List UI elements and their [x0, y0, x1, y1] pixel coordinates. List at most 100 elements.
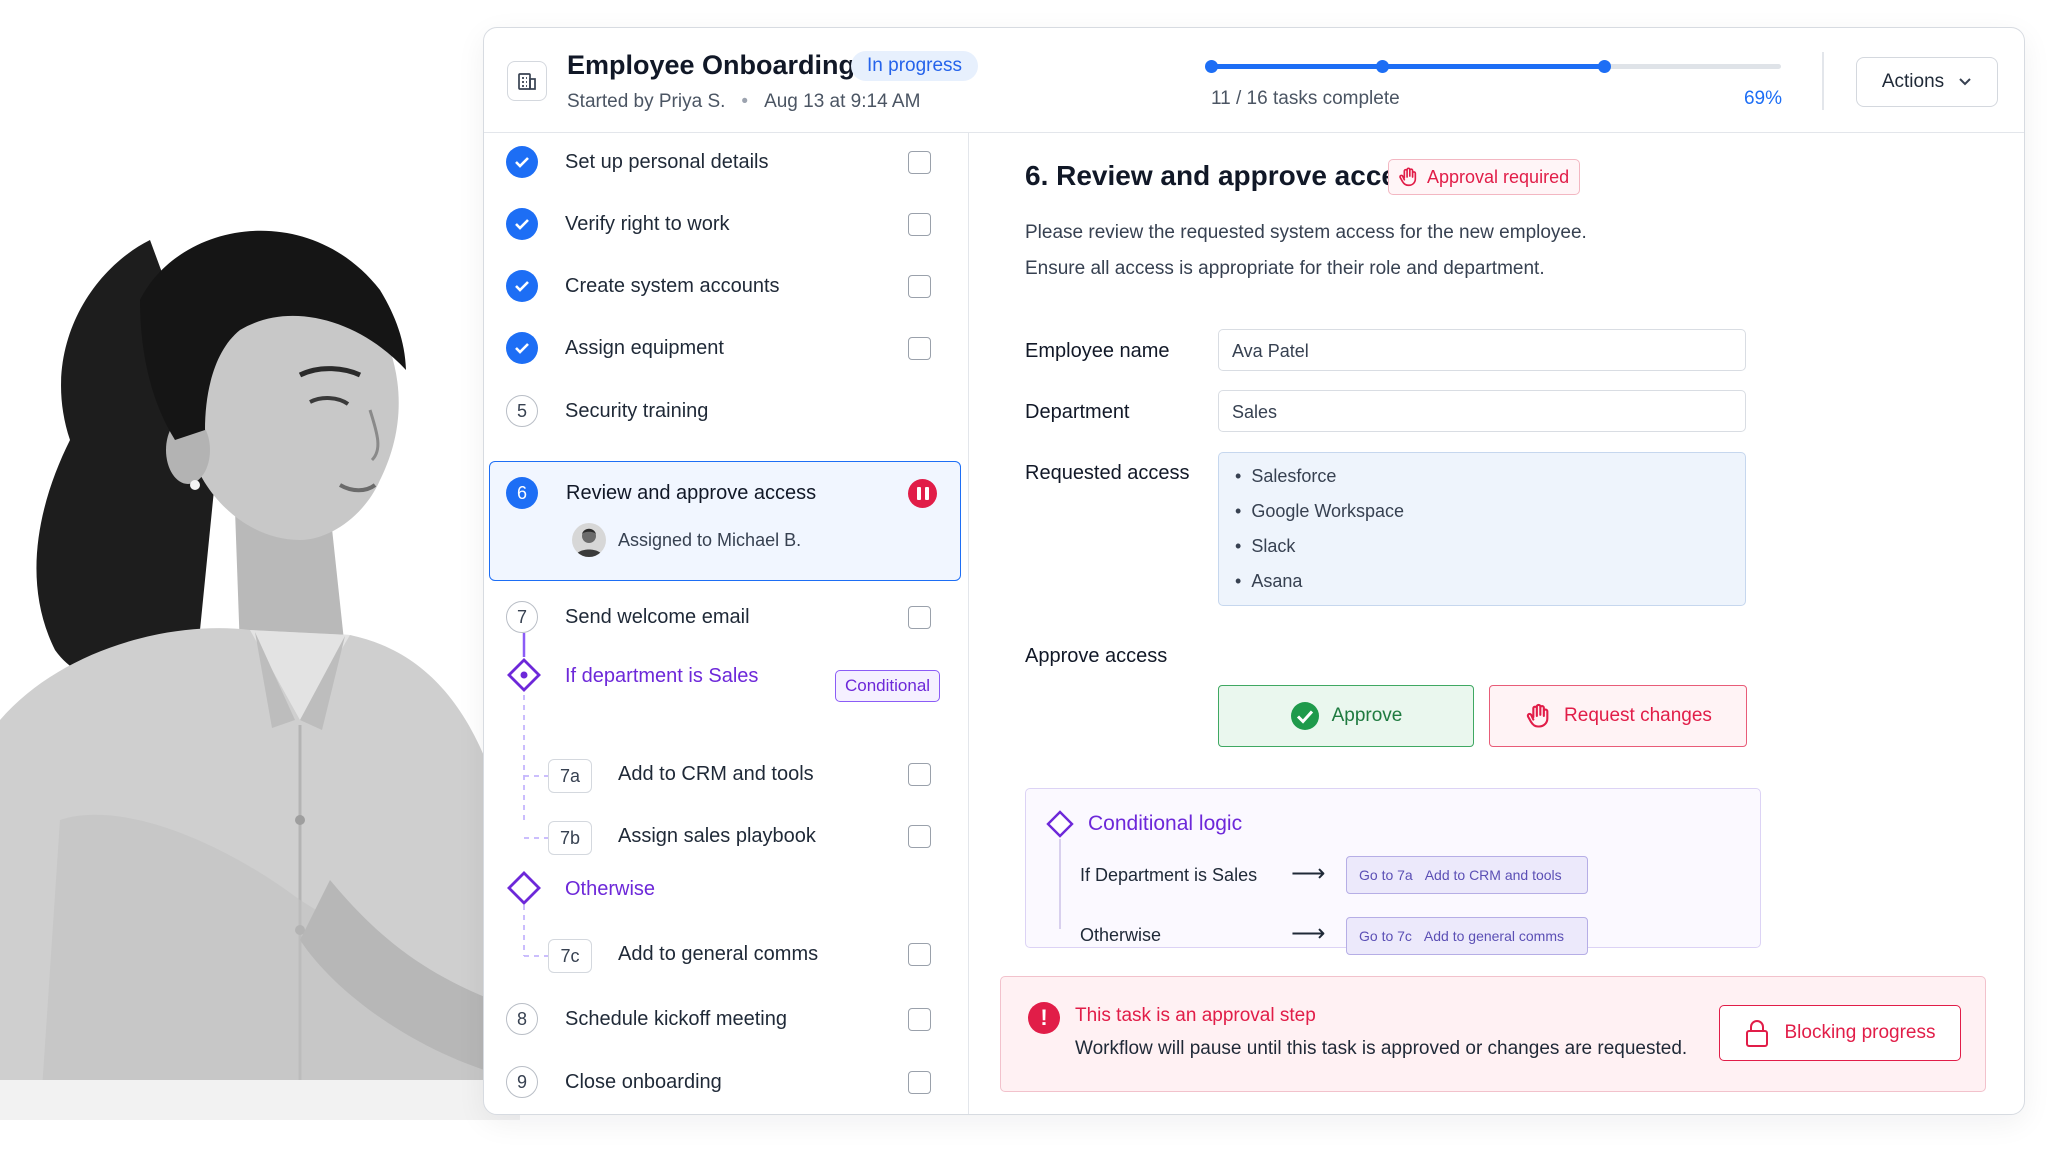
- task-row[interactable]: 7 Send welcome email: [484, 600, 968, 648]
- task-list: Set up personal details Verify right to …: [484, 133, 969, 1114]
- conditional-badge: Conditional: [835, 670, 941, 702]
- task-checkbox[interactable]: [908, 1071, 931, 1094]
- task-label: Verify right to work: [565, 213, 730, 235]
- approve-access-label: Approve access: [1025, 645, 1168, 667]
- conditional-logic-title: Conditional logic: [1088, 812, 1243, 835]
- blocking-progress-label: Blocking progress: [1784, 1022, 1936, 1043]
- logic-condition: Otherwise: [1080, 925, 1162, 945]
- alert-title: This task is an approval step: [1075, 1005, 1316, 1026]
- task-detail-title: 6. Review and approve access: [1025, 160, 1429, 191]
- check-circle-icon: [506, 208, 538, 240]
- task-number: 7: [506, 601, 538, 633]
- actions-button[interactable]: Actions: [1856, 57, 1998, 107]
- progress-node: [1376, 60, 1389, 73]
- progress-fill: [1211, 64, 1605, 69]
- logic-goto: Go to 7a: [1359, 867, 1413, 883]
- task-row[interactable]: Assign equipment: [484, 331, 968, 379]
- logic-connector: [1059, 839, 1061, 929]
- actions-label: Actions: [1881, 71, 1945, 92]
- diamond-icon: [507, 871, 541, 905]
- task-label: Security training: [565, 400, 709, 422]
- condition-if-label: If department is Sales: [565, 665, 759, 687]
- progress-text: 11 / 16 tasks complete: [1211, 88, 1400, 109]
- logic-target: Add to general comms: [1423, 928, 1564, 944]
- task-description-line: Please review the requested system acces…: [1025, 222, 1587, 243]
- task-checkbox[interactable]: [908, 943, 931, 966]
- approval-alert: ! This task is an approval step Workflow…: [1000, 976, 1986, 1092]
- task-checkbox[interactable]: [908, 606, 931, 629]
- subtask-tag: 7a: [548, 759, 592, 793]
- logic-goto: Go to 7c: [1359, 928, 1412, 944]
- task-label: Schedule kickoff meeting: [565, 1008, 787, 1030]
- logic-goto-chip[interactable]: Go to 7a Add to CRM and tools: [1346, 856, 1588, 894]
- task-checkbox[interactable]: [908, 151, 931, 174]
- task-row[interactable]: Set up personal details: [484, 145, 968, 193]
- requested-access-label: Requested access: [1025, 462, 1190, 484]
- task-checkbox[interactable]: [908, 763, 931, 786]
- lock-icon: [1746, 1020, 1769, 1047]
- subtask-row[interactable]: 7a Add to CRM and tools: [484, 756, 968, 804]
- subtask-row[interactable]: 7b Assign sales playbook: [484, 818, 968, 866]
- task-row[interactable]: 9 Close onboarding: [484, 1065, 968, 1113]
- meta-separator: •: [741, 91, 749, 112]
- active-task-card[interactable]: 6 Review and approve access Assigned to …: [489, 461, 961, 581]
- access-item: Google Workspace: [1235, 501, 1404, 522]
- task-label: Create system accounts: [565, 275, 780, 297]
- header-divider: [1822, 52, 1824, 110]
- logic-condition: If Department is Sales: [1080, 865, 1258, 885]
- page-title: Employee Onboarding: [567, 50, 856, 80]
- diamond-icon: [507, 658, 541, 692]
- access-item: Salesforce: [1235, 466, 1336, 487]
- task-number: 6: [506, 477, 538, 509]
- employee-name-field[interactable]: Ava Patel: [1218, 329, 1746, 371]
- blocking-progress-button[interactable]: Blocking progress: [1719, 1005, 1961, 1061]
- hand-icon: [1526, 703, 1549, 728]
- department-field[interactable]: Sales: [1218, 390, 1746, 432]
- approve-button[interactable]: Approve: [1218, 685, 1474, 747]
- subtask-tag: 7b: [548, 821, 592, 855]
- requested-access-list: Salesforce Google Workspace Slack Asana: [1218, 452, 1746, 606]
- approval-required-label: Approval required: [1427, 166, 1570, 187]
- task-label: Send welcome email: [565, 606, 750, 628]
- task-row[interactable]: 8 Schedule kickoff meeting: [484, 1002, 968, 1050]
- task-checkbox[interactable]: [908, 213, 931, 236]
- task-checkbox[interactable]: [908, 825, 931, 848]
- started-at: Aug 13 at 9:14 AM: [764, 91, 921, 112]
- started-by: Started by Priya S.: [567, 91, 726, 112]
- check-circle-icon: [506, 146, 538, 178]
- access-item: Slack: [1235, 536, 1295, 557]
- building-icon: [507, 61, 547, 101]
- person-photo: [0, 230, 520, 1120]
- progress-node: [1598, 60, 1612, 73]
- subtask-label: Add to CRM and tools: [618, 763, 814, 785]
- alert-icon: !: [1028, 1002, 1060, 1034]
- task-checkbox[interactable]: [908, 275, 931, 298]
- employee-name-label: Employee name: [1025, 340, 1170, 362]
- subtask-label: Assign sales playbook: [618, 825, 816, 847]
- check-circle-icon: [1290, 702, 1319, 730]
- onboarding-window: Employee Onboarding In progress Started …: [483, 27, 2025, 1115]
- logic-target: Add to CRM and tools: [1424, 867, 1562, 883]
- arrow-right-icon: ⟶: [1291, 920, 1326, 947]
- task-checkbox[interactable]: [908, 337, 931, 360]
- subtask-row[interactable]: 7c Add to general comms: [484, 936, 968, 984]
- hand-icon: [1399, 167, 1417, 187]
- task-number: 8: [506, 1003, 538, 1035]
- task-detail-panel: 6. Review and approve access Approval re…: [970, 133, 2024, 1114]
- arrow-right-icon: ⟶: [1291, 860, 1326, 887]
- logic-goto-chip[interactable]: Go to 7c Add to general comms: [1346, 917, 1588, 955]
- alert-text: Workflow will pause until this task is a…: [1075, 1038, 1688, 1059]
- task-row[interactable]: Create system accounts: [484, 269, 968, 317]
- conditional-logic-panel: Conditional logic If Department is Sales…: [1025, 788, 1761, 955]
- task-row[interactable]: 5 Security training: [484, 394, 968, 442]
- status-badge: In progress: [851, 51, 979, 81]
- department-label: Department: [1025, 401, 1130, 423]
- task-row[interactable]: Verify right to work: [484, 207, 968, 255]
- task-checkbox[interactable]: [908, 1008, 931, 1031]
- subtask-label: Add to general comms: [618, 943, 819, 965]
- request-changes-button[interactable]: Request changes: [1489, 685, 1747, 747]
- progress-bar: [1205, 60, 1781, 73]
- chevron-down-icon: [1959, 78, 1971, 86]
- task-label: Set up personal details: [565, 151, 769, 173]
- task-label: Close onboarding: [565, 1071, 722, 1093]
